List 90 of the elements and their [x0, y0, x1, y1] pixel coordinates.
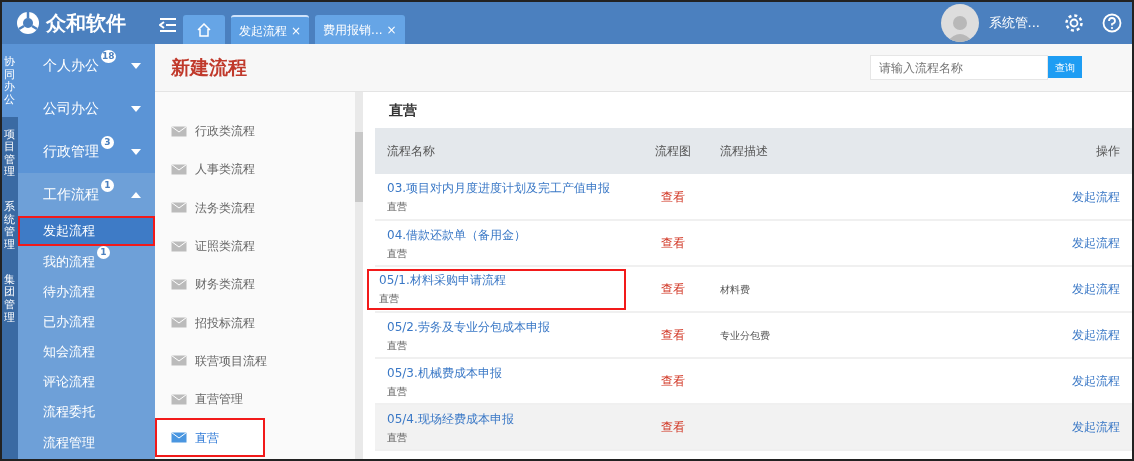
envelope-icon [171, 202, 187, 214]
column-header: 流程图 [637, 128, 708, 174]
submenu-item[interactable]: 待办流程 [18, 276, 155, 307]
search-field[interactable]: 请输入流程名称 [870, 55, 1048, 80]
start-process-link[interactable]: 发起流程 [1072, 282, 1120, 296]
category-item[interactable]: 直营 [155, 418, 265, 457]
category-item[interactable]: 直营管理 [155, 380, 355, 419]
process-link[interactable]: 04.借款还款单（备用金） [387, 225, 626, 244]
count-badge: 1 [97, 246, 110, 260]
close-icon[interactable]: × [291, 21, 302, 40]
category-text: 直营 [387, 384, 408, 399]
envelope-icon [171, 125, 187, 137]
submenu-item[interactable]: 发起流程 [18, 216, 155, 247]
process-link[interactable]: 05/4.现场经费成本申报 [387, 409, 626, 428]
help-icon[interactable] [1102, 13, 1122, 33]
caret-down-icon [131, 148, 141, 155]
envelope-icon [171, 163, 187, 175]
process-link[interactable]: 05/1.材料采购申请流程 [379, 270, 506, 289]
category-item[interactable]: 财务类流程 [155, 265, 355, 304]
submenu-item[interactable]: 我的流程 1 [18, 246, 155, 277]
tab[interactable]: 费用报销... × [315, 15, 405, 44]
submenu-item[interactable]: 流程委托 [18, 397, 155, 428]
category-item[interactable]: 人事类流程 [155, 150, 355, 189]
category-item[interactable]: 证照类流程 [155, 226, 355, 266]
envelope-icon [171, 317, 187, 329]
category-text: 直营 [379, 291, 400, 306]
close-icon[interactable]: × [386, 20, 397, 39]
submenu-item[interactable]: 已办流程 [18, 306, 155, 337]
category-item[interactable]: 招投标流程 [155, 303, 355, 342]
start-process-link[interactable]: 发起流程 [1072, 374, 1120, 388]
category-item[interactable]: 行政类流程 [155, 112, 355, 151]
process-link[interactable]: 05/2.劳务及专业分包成本申报 [387, 317, 626, 336]
category-text: 直营 [387, 338, 408, 353]
column-header: 流程描述 [707, 128, 1052, 174]
envelope-icon [171, 355, 187, 367]
description-text: 专业分包费 [719, 330, 770, 341]
menu-item[interactable]: 公司办公 [18, 87, 155, 130]
category-text: 直营 [387, 430, 408, 445]
description-text: 材料费 [719, 284, 750, 295]
submenu-item[interactable]: 流程管理 [18, 427, 155, 458]
process-link[interactable]: 03.项目对内月度进度计划及完工产值申报 [387, 179, 626, 197]
menu-item[interactable]: 个人办公 18 [18, 44, 155, 87]
envelope-icon [171, 278, 187, 290]
view-link[interactable]: 查看 [660, 328, 685, 342]
view-link[interactable]: 查看 [660, 374, 685, 388]
submenu-item[interactable]: 知会流程 [18, 336, 155, 367]
envelope-icon [171, 432, 187, 443]
start-process-link[interactable]: 发起流程 [1072, 420, 1120, 434]
column-header: 操作 [1052, 128, 1132, 174]
logo-icon [16, 11, 40, 35]
menu-icon[interactable] [159, 18, 177, 32]
category-text: 直营 [387, 200, 408, 214]
count-badge: 1 [101, 179, 114, 192]
module-tab[interactable]: 系统管理 [2, 189, 18, 262]
scrollbar-thumb[interactable] [355, 132, 363, 202]
avatar[interactable] [940, 4, 979, 42]
tab[interactable] [183, 15, 225, 44]
logo-text: 众和软件 [46, 10, 126, 37]
caret-up-icon [131, 191, 141, 198]
count-badge: 18 [101, 50, 116, 63]
panel-title: 直营 [388, 100, 418, 120]
settings-icon[interactable] [1064, 13, 1084, 33]
caret-down-icon [131, 62, 141, 69]
start-process-link[interactable]: 发起流程 [1072, 328, 1120, 342]
user-name[interactable]: 系统管... [988, 13, 1040, 33]
module-tab[interactable]: 集团管理 [2, 261, 18, 335]
module-tab[interactable]: 项目管理 [2, 116, 18, 190]
category-item[interactable]: 法务类流程 [155, 188, 355, 227]
start-process-link[interactable]: 发起流程 [1072, 189, 1120, 204]
scrollbar[interactable] [355, 92, 363, 459]
category-text: 直营 [387, 246, 408, 261]
home-icon [197, 22, 211, 37]
count-badge: 3 [101, 136, 114, 149]
caret-down-icon [131, 105, 141, 112]
envelope-icon [171, 240, 187, 252]
view-link[interactable]: 查看 [660, 236, 685, 250]
module-tab[interactable]: 协同办公 [2, 44, 18, 117]
menu-item[interactable]: 行政管理 3 [18, 130, 155, 173]
envelope-icon [171, 393, 187, 405]
column-header: 流程名称 [375, 128, 638, 174]
tab[interactable]: 发起流程 × [231, 15, 310, 44]
submenu-item[interactable]: 评论流程 [18, 366, 155, 398]
process-link[interactable]: 05/3.机械费成本申报 [387, 363, 626, 382]
start-process-link[interactable]: 发起流程 [1072, 236, 1120, 250]
view-link[interactable]: 查看 [660, 420, 685, 434]
page-title: 新建流程 [171, 55, 247, 81]
category-item[interactable]: 联营项目流程 [155, 341, 355, 381]
view-link[interactable]: 查看 [660, 282, 685, 296]
view-link[interactable]: 查看 [660, 189, 685, 204]
search-button[interactable]: 查询 [1048, 56, 1082, 78]
